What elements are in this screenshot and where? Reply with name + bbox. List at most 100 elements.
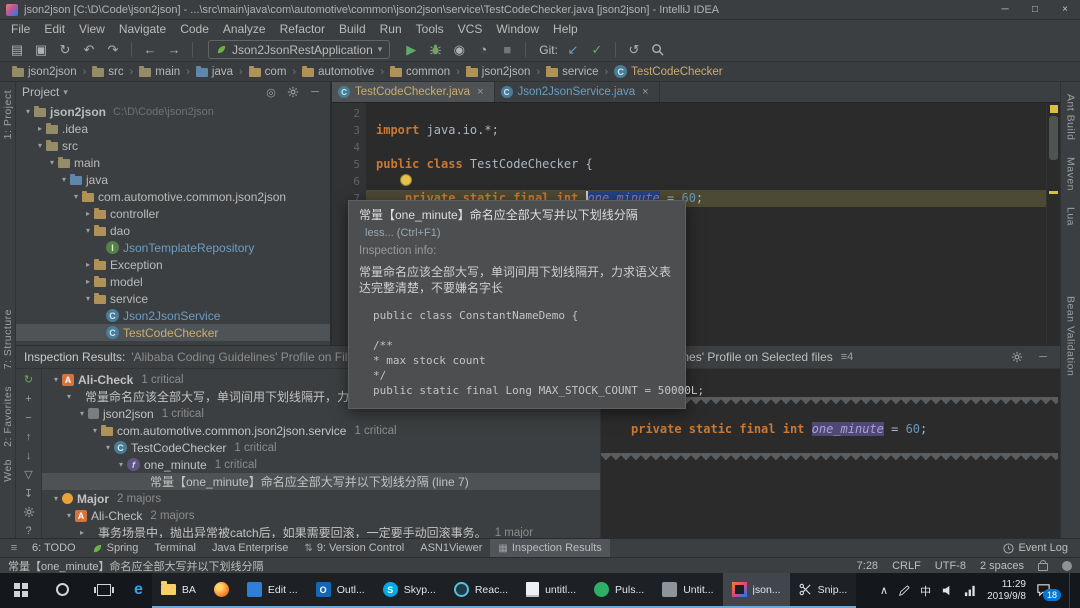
taskbar-edge[interactable]: e [125,573,152,608]
menu-item-refactor[interactable]: Refactor [273,22,332,36]
taskbar-untitled[interactable]: Untit... [653,573,722,608]
action-center-button[interactable]: 18 [1036,582,1059,600]
tool-window-button-java-enterprise[interactable]: Java Enterprise [204,539,296,557]
inspection-row-3[interactable]: ▾com.automotive.common.json2json.service… [42,422,600,439]
taskbar-intellij[interactable]: json... [723,573,790,608]
menu-item-run[interactable]: Run [373,22,409,36]
redo-icon[interactable]: ↷ [102,40,124,60]
inspection-status-marker[interactable] [1050,105,1058,113]
menu-item-analyze[interactable]: Analyze [216,22,273,36]
show-desktop-button[interactable] [1069,573,1076,608]
tool-stripe-ant-build[interactable]: Ant Build [1065,94,1077,141]
locate-file-button[interactable]: ◎ [262,86,280,99]
breadcrumb-item-automotive-5[interactable]: automotive [300,66,376,78]
tree-item-com-automotive-common-json2json[interactable]: ▾com.automotive.common.json2json [16,188,330,205]
tree-item-model[interactable]: ▸model [16,273,330,290]
export-icon[interactable]: ↧ [20,486,38,500]
network-icon[interactable] [964,584,977,597]
tool-stripe-7-structure[interactable]: 7: Structure [2,309,14,369]
code-line-5[interactable]: public class TestCodeChecker { [366,156,1060,173]
inspection-row-8[interactable]: ▾AAli-Check2 majors [42,507,600,524]
rerun-inspection-icon[interactable]: ↻ [20,373,38,387]
tree-item-main[interactable]: ▾main [16,154,330,171]
tree-item-idea[interactable]: ▸.idea [16,120,330,137]
status-item-2-spaces[interactable]: 2 spaces [980,560,1024,572]
settings-icon[interactable] [20,505,38,519]
tree-item-src[interactable]: ▾src [16,137,330,154]
inspection-row-7[interactable]: ▾Major2 majors [42,490,600,507]
close-icon[interactable]: × [477,86,483,98]
taskbar-react[interactable]: Reac... [445,573,517,608]
inspection-row-4[interactable]: ▾CTestCodeChecker1 critical [42,439,600,456]
gear-icon[interactable] [1008,351,1026,363]
maximize-button[interactable]: □ [1020,0,1050,19]
open-icon[interactable]: ▤ [6,40,28,60]
history-icon[interactable]: ↺ [623,40,645,60]
stop-icon[interactable]: ■ [496,40,518,60]
menu-item-help[interactable]: Help [546,22,585,36]
breadcrumb-item-testcodechecker-9[interactable]: CTestCodeChecker [612,65,724,78]
code-line-2[interactable] [366,105,1060,122]
start-button[interactable] [0,573,42,608]
tool-stripe-bean-validation[interactable]: Bean Validation [1065,296,1077,376]
menu-item-edit[interactable]: Edit [37,22,72,36]
taskbar-notepad[interactable]: untitl... [517,573,585,608]
tool-window-button-inspection-results[interactable]: ▦Inspection Results [490,539,609,557]
pen-icon[interactable] [898,585,910,597]
gear-icon[interactable] [284,86,302,98]
tool-window-switcher-icon[interactable]: ≡ [4,542,24,554]
inspection-row-9[interactable]: ▸事务场景中，抛出异常被catch后，如果需要回滚，一定要手动回滚事务。1 ma… [42,524,600,538]
git-commit-icon[interactable]: ✓ [586,40,608,60]
back-icon[interactable]: ← [139,40,161,60]
tool-window-button-6-todo[interactable]: 6: TODO [24,539,84,557]
hide-preview-button[interactable]: ─ [1034,351,1052,363]
inspection-row-6[interactable]: 常量【one_minute】命名应全部大写并以下划线分隔 (line 7) [42,473,600,490]
taskbar-skype[interactable]: SSkyp... [374,573,445,608]
code-line-6[interactable] [366,173,1060,190]
expand-all-icon[interactable]: + [20,392,38,406]
next-problem-icon[interactable]: ↓ [20,449,38,463]
hidden-icons-chevron[interactable]: ∧ [880,584,888,597]
sync-icon[interactable]: ↻ [54,40,76,60]
tool-window-button-terminal[interactable]: Terminal [146,539,204,557]
intention-bulb-icon[interactable] [400,174,412,186]
tree-item-exception[interactable]: ▸Exception [16,256,330,273]
taskbar-clock[interactable]: 11:29 2019/9/8 [987,579,1026,603]
menu-item-navigate[interactable]: Navigate [112,22,173,36]
tool-stripe-maven[interactable]: Maven [1065,157,1077,191]
tree-item-json2json[interactable]: ▾json2jsonC:\D\Code\json2json [16,103,330,120]
ime-indicator[interactable]: 中 [920,583,931,599]
code-line-4[interactable] [366,139,1060,156]
taskbar-snipping[interactable]: Snip... [790,573,857,608]
breadcrumb-item-java-3[interactable]: java [194,66,235,78]
breadcrumb-item-json2json-7[interactable]: json2json [464,66,533,78]
tool-stripe-1-project[interactable]: 1: Project [2,90,14,139]
status-item-crlf[interactable]: CRLF [892,560,921,572]
search-button[interactable] [42,573,83,608]
tree-item-jsontemplaterepository[interactable]: IJsonTemplateRepository [16,239,330,256]
collapse-all-icon[interactable]: − [20,411,38,425]
status-item-utf-8[interactable]: UTF-8 [935,560,966,572]
task-view-button[interactable] [83,573,125,608]
search-icon[interactable] [647,40,669,60]
status-message[interactable]: 常量【one_minute】命名应全部大写并以下划线分隔 [8,558,857,574]
help-icon[interactable]: ? [20,524,38,538]
breadcrumb-item-common-6[interactable]: common [388,66,452,78]
forward-icon[interactable]: → [163,40,185,60]
code-line-3[interactable]: import java.io.*; [366,122,1060,139]
taskbar-outlook[interactable]: OOutl... [307,573,374,608]
tree-item-testcodechecker[interactable]: CTestCodeChecker [16,324,330,341]
tooltip-less-link[interactable]: less... (Ctrl+F1) [365,227,440,239]
close-icon[interactable]: × [642,86,648,98]
editor-tab-testcodechecker-java[interactable]: CTestCodeChecker.java× [332,82,495,102]
tree-item-json2jsonservice[interactable]: CJson2JsonService [16,307,330,324]
tool-window-button-spring[interactable]: Spring [84,539,147,557]
git-update-icon[interactable]: ↙ [562,40,584,60]
breadcrumb-item-com-4[interactable]: com [247,66,289,78]
menu-item-file[interactable]: File [4,22,37,36]
hector-inspection-icon[interactable] [1062,561,1072,571]
menu-item-build[interactable]: Build [332,22,373,36]
minimize-button[interactable]: ─ [990,0,1020,19]
project-view-selector[interactable]: Project ▾ [22,85,68,99]
debug-icon[interactable] [424,40,446,60]
